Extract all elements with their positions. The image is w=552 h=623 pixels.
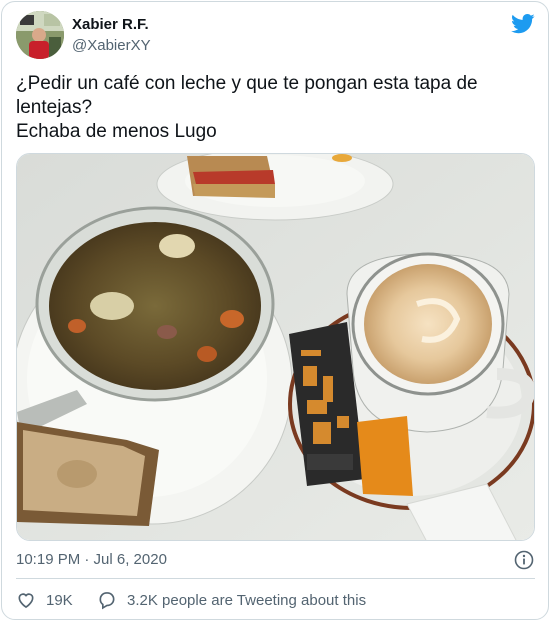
speech-bubble-icon [99,592,115,610]
author-display-name[interactable]: Xabier R.F. [72,16,149,33]
tweet-photo[interactable] [16,153,535,541]
twitter-bird-icon[interactable] [511,14,535,34]
tweet-timestamp[interactable]: 10:19 PM · Jul 6, 2020 [16,551,167,568]
info-icon[interactable] [514,550,534,570]
conversation-text: 3.2K people are Tweeting about this [127,591,367,609]
heart-icon [18,593,34,609]
conversation-link[interactable]: 3.2K people are Tweeting about this [97,590,366,610]
tweet-text: ¿Pedir un café con leche y que te pongan… [16,73,478,142]
like-button[interactable]: 19K [16,590,73,610]
divider [16,578,535,579]
likes-count: 19K [46,591,73,609]
avatar[interactable] [16,11,64,59]
author-handle[interactable]: @XabierXY [72,37,151,54]
